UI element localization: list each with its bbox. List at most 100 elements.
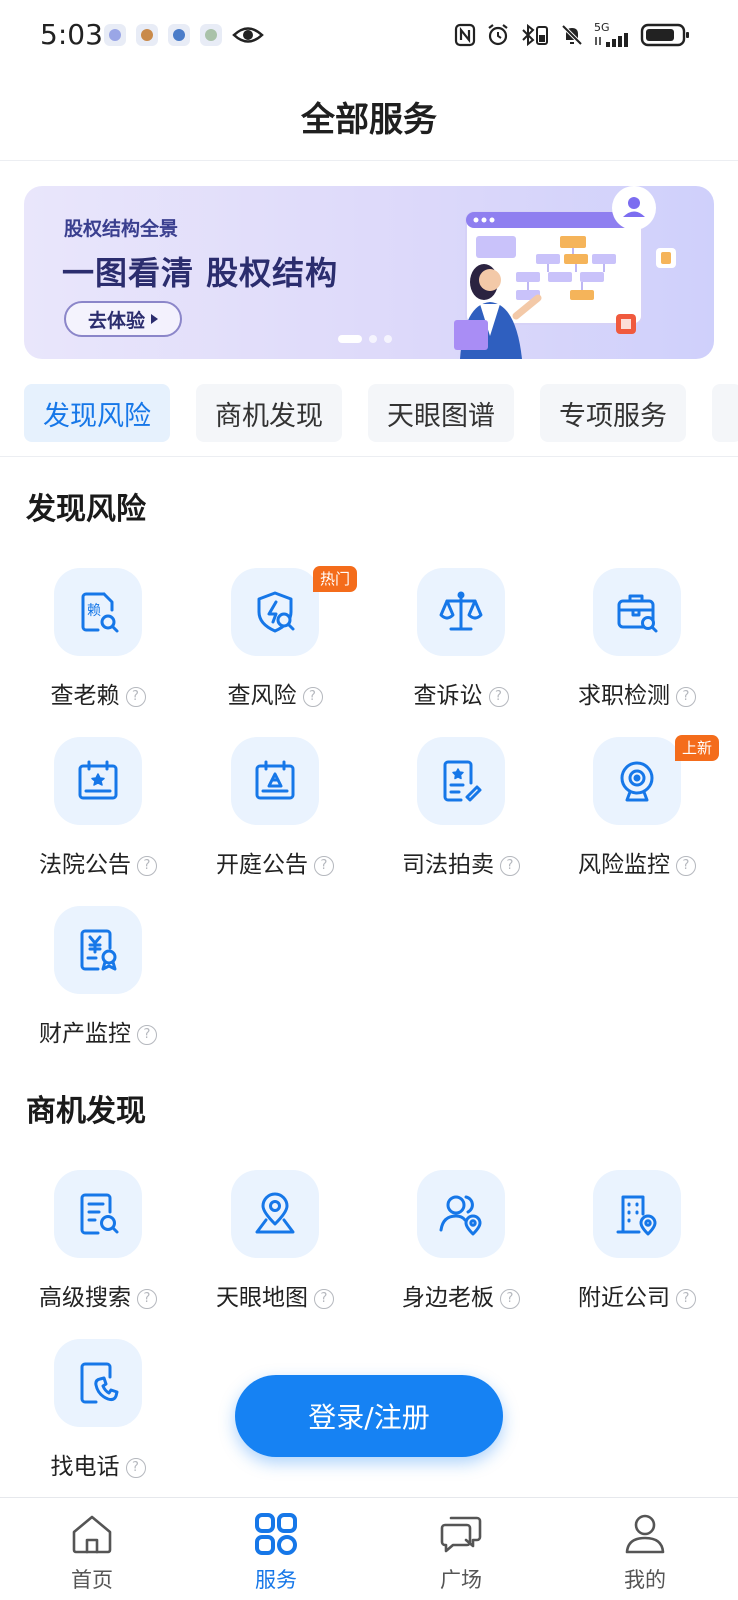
nearby-boss-icon <box>439 1195 482 1236</box>
tab-tianyan-graph[interactable]: 天眼图谱 <box>368 384 514 442</box>
bottom-nav: 首页 服务 广场 我的 <box>0 1497 738 1600</box>
help-icon[interactable]: ? <box>137 855 157 876</box>
app-notification-icon <box>136 24 158 46</box>
icon-tile <box>231 568 319 656</box>
auction-doc-icon <box>443 760 482 802</box>
service-label: 天眼地图? <box>187 1278 363 1312</box>
help-icon[interactable]: ? <box>676 855 696 876</box>
service-label: 附近公司? <box>549 1278 725 1312</box>
service-advanced-search[interactable]: 高级搜索? <box>10 1170 186 1320</box>
tab-business-opportunity[interactable]: 商机发现 <box>196 384 342 442</box>
service-nearby-company[interactable]: 附近公司? <box>549 1170 725 1320</box>
profile-icon <box>625 1514 665 1554</box>
help-icon[interactable]: ? <box>488 686 509 707</box>
service-job-check[interactable]: 求职检测? <box>549 568 725 718</box>
network-type: 5G <box>594 22 630 47</box>
app-notification-icon <box>168 24 190 46</box>
service-tianyan-map[interactable]: 天眼地图? <box>187 1170 363 1320</box>
service-hearing-notice[interactable]: 开庭公告? <box>187 737 363 887</box>
divider <box>0 160 738 161</box>
nav-label: 首页 <box>71 1568 113 1592</box>
icon-tile <box>593 1170 681 1258</box>
new-badge: 上新 <box>675 735 720 761</box>
home-icon <box>72 1515 112 1554</box>
service-label: 查风险? <box>187 676 363 710</box>
icon-tile <box>417 568 505 656</box>
app-notification-icon <box>104 24 126 46</box>
bluetooth-battery-icon <box>522 23 548 46</box>
help-icon[interactable]: ? <box>676 1288 696 1309</box>
nav-profile[interactable]: 我的 <box>585 1510 705 1594</box>
tab-overflow[interactable] <box>712 384 738 442</box>
service-label: 财产监控? <box>10 1014 186 1048</box>
carousel-dot <box>369 335 377 343</box>
service-asset-monitor[interactable]: 财产监控? <box>10 906 186 1056</box>
help-icon[interactable]: ? <box>500 855 520 876</box>
icon-tile: 赖 <box>54 568 142 656</box>
alarm-icon <box>488 23 508 45</box>
help-icon[interactable]: ? <box>500 1288 520 1309</box>
icon-tile <box>231 737 319 825</box>
court-calendar-icon <box>78 760 118 800</box>
service-risk-monitor[interactable]: 上新 风险监控? <box>549 735 725 887</box>
login-register-button[interactable]: 登录/注册 <box>235 1375 503 1457</box>
service-risk-check[interactable]: 热门 查风险? <box>187 566 363 718</box>
tab-discover-risk[interactable]: 发现风险 <box>24 384 170 442</box>
eye-icon <box>232 27 264 43</box>
help-icon[interactable]: ? <box>137 1288 157 1309</box>
carousel-dot <box>384 335 392 343</box>
signal-icon <box>595 33 628 47</box>
services-grid-icon <box>255 1513 297 1555</box>
page-title: 全部服务 <box>301 100 437 140</box>
icon-tile <box>231 1170 319 1258</box>
status-bar: 5:03 5G <box>0 0 738 74</box>
service-find-phone[interactable]: 找电话? <box>10 1339 186 1489</box>
play-arrow-icon <box>151 314 158 324</box>
promo-banner[interactable]: 股权结构全景 一图看清 股权结构 去体验 <box>24 186 714 359</box>
hot-badge: 热门 <box>313 566 358 592</box>
nav-plaza[interactable]: 广场 <box>401 1510 521 1594</box>
banner-title: 一图看清 股权结构 <box>62 254 339 292</box>
service-label: 高级搜索? <box>10 1278 186 1312</box>
status-time: 5:03 <box>40 18 103 51</box>
help-icon[interactable]: ? <box>676 686 696 707</box>
nfc-icon <box>454 23 476 46</box>
briefcase-search-icon <box>617 594 658 633</box>
notification-icons <box>104 24 264 46</box>
service-label: 风险监控? <box>549 845 725 879</box>
help-icon[interactable]: ? <box>125 686 146 707</box>
service-litigation-check[interactable]: 查诉讼? <box>373 568 549 718</box>
nav-home[interactable]: 首页 <box>32 1510 152 1594</box>
icon-tile <box>593 568 681 656</box>
webcam-icon <box>620 761 654 802</box>
service-nearby-boss[interactable]: 身边老板? <box>373 1170 549 1320</box>
service-court-notice[interactable]: 法院公告? <box>10 737 186 887</box>
banner-cta-button[interactable]: 去体验 <box>64 301 182 337</box>
phone-doc-icon <box>80 1362 119 1404</box>
battery-icon <box>640 23 689 46</box>
nav-label: 我的 <box>624 1568 666 1592</box>
tab-special-services[interactable]: 专项服务 <box>540 384 686 442</box>
banner-subtitle: 股权结构全景 <box>64 218 179 240</box>
app-notification-icon <box>200 24 222 46</box>
asset-doc-icon <box>80 929 117 971</box>
svg-text:赖: 赖 <box>87 603 101 619</box>
shield-search-icon <box>257 591 295 633</box>
service-label: 法院公告? <box>10 845 186 879</box>
nav-services[interactable]: 服务 <box>216 1510 336 1594</box>
service-judicial-auction[interactable]: 司法拍卖? <box>373 737 549 887</box>
icon-tile <box>54 1339 142 1427</box>
hearing-calendar-icon <box>255 760 295 800</box>
service-debtor-search[interactable]: 赖 查老赖? <box>10 568 186 718</box>
carousel-indicator <box>338 335 392 343</box>
help-icon[interactable]: ? <box>314 1288 334 1309</box>
help-icon[interactable]: ? <box>137 1024 157 1045</box>
icon-tile <box>54 906 142 994</box>
help-icon[interactable]: ? <box>125 1457 146 1478</box>
help-icon[interactable]: ? <box>314 855 334 876</box>
debtor-search-icon: 赖 <box>81 592 119 633</box>
section-title-business: 商机发现 <box>26 1094 146 1129</box>
help-icon[interactable]: ? <box>302 686 323 707</box>
nav-label: 服务 <box>255 1568 297 1592</box>
icon-tile <box>417 1170 505 1258</box>
